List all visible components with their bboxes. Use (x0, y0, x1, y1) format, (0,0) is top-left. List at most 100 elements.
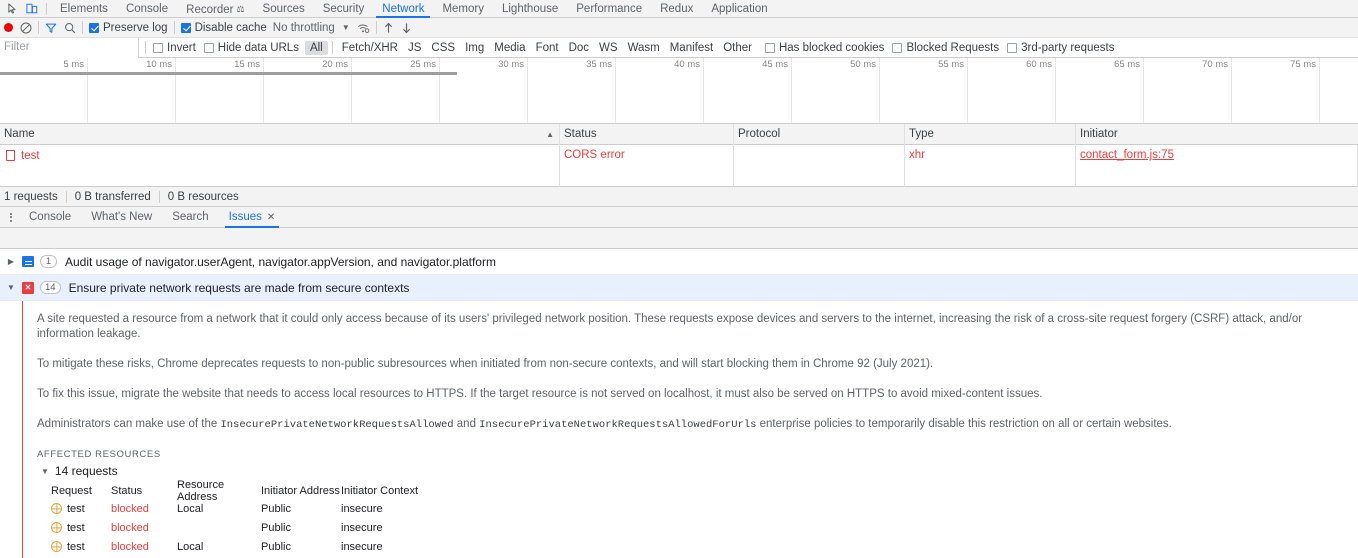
hide-data-urls-label: Hide data URLs (217, 41, 299, 54)
tab-recorder[interactable]: Recorder ⚖ (177, 0, 253, 18)
sort-ascending-icon: ▲ (546, 129, 554, 139)
table-row[interactable]: test CORS error xhr contact_form.js:75 (0, 145, 1358, 166)
filter-type-font[interactable]: Font (531, 41, 564, 55)
globe-icon (51, 541, 62, 552)
issue-title: Audit usage of navigator.userAgent, navi… (65, 254, 496, 269)
chevron-down-icon[interactable]: ▼ (4, 283, 18, 292)
filter-type-manifest[interactable]: Manifest (665, 41, 718, 55)
filter-type-doc[interactable]: Doc (564, 41, 594, 55)
affected-resource-row[interactable]: test blocked Public insecure (51, 518, 1358, 537)
tab-network[interactable]: Network (373, 0, 433, 18)
filter-type-ws[interactable]: WS (594, 41, 623, 55)
overview-tick-label: 40 ms (674, 59, 700, 70)
chevron-right-icon[interactable]: ▶ (4, 257, 18, 266)
blocked-requests-box (892, 42, 903, 53)
affected-resource-row[interactable]: test blocked Local Public insecure (51, 537, 1358, 556)
issue-count-badge: 1 (40, 255, 57, 268)
column-header-protocol[interactable]: Protocol (734, 123, 905, 145)
drawer-tab-console[interactable]: Console (19, 207, 81, 228)
tabbar-divider (46, 2, 47, 15)
chevron-down-icon[interactable]: ▼ (41, 467, 49, 476)
overview-tick-label: 45 ms (762, 59, 788, 70)
network-overview[interactable]: 5 ms 10 ms 15 ms 20 ms 25 ms 30 ms 35 ms… (0, 58, 1358, 124)
affected-resource-row[interactable]: test blocked Local Public insecure (51, 499, 1358, 518)
column-header-name[interactable]: Name ▲ (0, 123, 560, 145)
close-icon[interactable]: ✕ (267, 212, 275, 223)
invert-checkbox[interactable]: Invert (153, 42, 196, 54)
clear-icon[interactable] (20, 22, 32, 34)
admin-suffix: enterprise policies to temporarily disab… (756, 418, 1172, 430)
hide-data-urls-checkbox[interactable]: Hide data URLs (203, 41, 299, 54)
affected-requests-toggle[interactable]: ▼ 14 requests (37, 462, 1358, 480)
affected-request-cell: test (51, 503, 111, 515)
network-summary-bar: 1 requests 0 B transferred 0 B resources (0, 187, 1358, 207)
tab-memory[interactable]: Memory (433, 0, 493, 18)
issue-row-navigator-audit[interactable]: ▶ 1 Audit usage of navigator.userAgent, … (0, 249, 1358, 275)
overview-tick-label: 35 ms (586, 59, 612, 70)
filter-type-js[interactable]: JS (403, 41, 426, 55)
summary-requests: 1 requests (4, 190, 58, 203)
drawer-panel: Console What's New Search Issues ✕ ▶ 1 Au… (0, 207, 1358, 558)
more-options-icon[interactable] (3, 212, 19, 222)
tab-console-label: Console (125, 2, 169, 15)
column-header-status[interactable]: Status (560, 123, 734, 145)
filter-type-other[interactable]: Other (718, 41, 757, 55)
network-conditions-icon[interactable] (357, 22, 370, 34)
tab-performance-label: Performance (576, 2, 643, 15)
summary-resources: 0 B resources (167, 190, 239, 203)
chevron-down-icon[interactable]: ▼ (342, 23, 350, 32)
filter-type-media[interactable]: Media (489, 41, 530, 55)
column-header-initiator[interactable]: Initiator (1076, 124, 1358, 145)
tab-redux-label: Redux (660, 2, 694, 15)
issue-paragraph-2: To mitigate these risks, Chrome deprecat… (37, 358, 934, 370)
overview-tick-label: 5 ms (63, 59, 84, 70)
preserve-log-checkbox[interactable]: Preserve log (89, 22, 168, 34)
filter-input[interactable]: Filter (0, 37, 139, 58)
filter-type-img[interactable]: Img (460, 41, 489, 55)
drawer-tab-whats-new[interactable]: What's New (81, 207, 162, 228)
tab-performance[interactable]: Performance (567, 0, 651, 18)
affected-initiator-address-cell: Public (261, 502, 291, 515)
affected-request-label: test (67, 521, 85, 534)
has-blocked-cookies-checkbox[interactable]: Has blocked cookies (764, 42, 884, 54)
funnel-icon[interactable] (45, 22, 57, 34)
blocked-requests-checkbox[interactable]: Blocked Requests (892, 42, 999, 54)
tab-security[interactable]: Security (314, 0, 374, 18)
info-issue-icon (18, 256, 38, 267)
column-header-type[interactable]: Type (905, 123, 1076, 145)
filter-type-wasm[interactable]: Wasm (623, 41, 665, 55)
tab-redux[interactable]: Redux (651, 0, 702, 18)
device-toolbar-icon[interactable] (22, 1, 42, 17)
tab-sources[interactable]: Sources (254, 0, 314, 18)
cell-status: CORS error (560, 145, 734, 166)
disable-cache-checkbox[interactable]: Disable cache (180, 21, 267, 34)
drawer-tab-issues[interactable]: Issues ✕ (219, 207, 286, 228)
record-dot-icon[interactable] (4, 23, 13, 32)
export-har-icon[interactable] (401, 22, 412, 34)
third-party-label: 3rd-party requests (1021, 41, 1115, 54)
cell-type: xhr (905, 145, 1076, 166)
filter-type-css[interactable]: CSS (426, 41, 460, 55)
affected-initiator-address-cell: Public (261, 521, 291, 534)
filter-type-all[interactable]: All (304, 40, 328, 55)
devtools-window: Elements Console Recorder ⚖ Sources Secur… (0, 0, 1358, 558)
tab-console[interactable]: Console (117, 0, 177, 18)
tab-application-label: Application (711, 2, 768, 15)
cell-name: test (0, 145, 560, 166)
disable-cache-label: Disable cache (194, 21, 267, 34)
throttling-select[interactable]: No throttling (273, 22, 335, 34)
tab-application[interactable]: Application (702, 0, 776, 18)
tab-elements[interactable]: Elements (51, 0, 117, 18)
initiator-link[interactable]: contact_form.js:75 (1080, 149, 1174, 161)
overview-tick-label: 70 ms (1202, 59, 1228, 70)
filter-type-fetch-xhr[interactable]: Fetch/XHR (337, 41, 403, 55)
inspect-cursor-icon[interactable] (2, 1, 22, 17)
third-party-requests-checkbox[interactable]: 3rd-party requests (1007, 42, 1114, 54)
tab-sources-label: Sources (262, 2, 305, 15)
search-icon[interactable] (64, 22, 76, 34)
tab-lighthouse[interactable]: Lighthouse (493, 0, 567, 18)
import-har-icon[interactable] (383, 22, 394, 34)
issue-row-private-network[interactable]: ▼ ✕ 14 Ensure private network requests a… (0, 275, 1358, 301)
tab-memory-label: Memory (442, 2, 484, 15)
drawer-tab-search[interactable]: Search (162, 207, 218, 228)
